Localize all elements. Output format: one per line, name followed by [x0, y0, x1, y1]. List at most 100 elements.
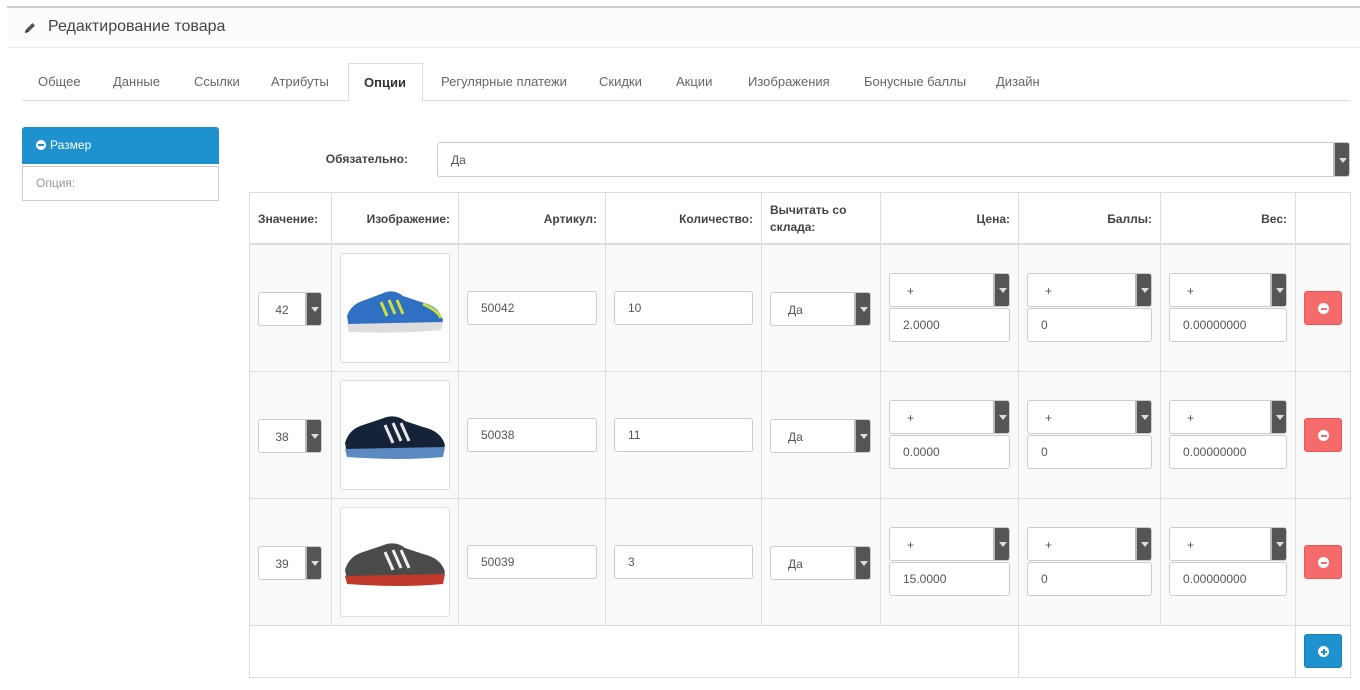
col-divider — [458, 193, 459, 625]
points-input[interactable]: 0 — [1027, 562, 1152, 596]
minus-circle-icon — [1318, 303, 1329, 314]
col-divider — [605, 193, 606, 625]
option-item-label: Размер — [50, 138, 92, 152]
tab-discounts[interactable]: Скидки — [583, 63, 658, 101]
required-label: Обязательно: — [325, 152, 408, 166]
tab-design[interactable]: Дизайн — [980, 63, 1056, 101]
tab-attributes[interactable]: Атрибуты — [255, 63, 345, 101]
tab-links[interactable]: Ссылки — [178, 63, 256, 101]
required-select[interactable]: Да — [437, 142, 1350, 177]
weight-prefix-value: + — [1187, 411, 1195, 425]
points-input[interactable]: 0 — [1027, 308, 1152, 342]
weight-prefix-select[interactable]: + — [1169, 527, 1287, 561]
remove-row-button[interactable] — [1304, 291, 1342, 325]
header-weight: Вес: — [1261, 212, 1287, 226]
value-select-value: 42 — [275, 303, 289, 317]
price-input[interactable]: 15.0000 — [889, 562, 1010, 596]
add-option-value-button[interactable] — [1304, 634, 1342, 668]
subtract-select-value: Да — [788, 303, 803, 317]
value-select-value: 38 — [275, 430, 289, 444]
minus-circle-icon — [1318, 557, 1329, 568]
points-prefix-select[interactable]: + — [1027, 400, 1152, 434]
value-select[interactable]: 39 — [258, 546, 322, 580]
tab-data[interactable]: Данные — [97, 63, 176, 101]
value-select[interactable]: 38 — [258, 419, 322, 453]
col-divider — [1018, 193, 1019, 678]
weight-prefix-select[interactable]: + — [1169, 400, 1287, 434]
plus-circle-icon — [1318, 646, 1329, 657]
weight-input[interactable]: 0.00000000 — [1169, 562, 1287, 596]
chevron-down-icon — [1135, 401, 1151, 433]
table-row-divider — [250, 625, 1350, 626]
minus-circle-icon — [1318, 430, 1329, 441]
sku-input[interactable]: 50042 — [467, 291, 597, 325]
col-divider — [1160, 193, 1161, 625]
value-select-value: 39 — [275, 557, 289, 571]
points-input[interactable]: 0 — [1027, 435, 1152, 469]
tab-general[interactable]: Общее — [22, 63, 97, 101]
col-divider — [880, 193, 881, 625]
minus-circle-icon[interactable] — [36, 140, 46, 150]
tab-recurring[interactable]: Регулярные платежи — [425, 63, 583, 101]
chevron-down-icon — [1270, 401, 1286, 433]
price-prefix-value: + — [907, 284, 915, 298]
price-prefix-select[interactable]: + — [889, 400, 1010, 434]
weight-input[interactable]: 0.00000000 — [1169, 308, 1287, 342]
option-image[interactable] — [340, 253, 450, 363]
subtract-select-value: Да — [788, 557, 803, 571]
points-prefix-value: + — [1045, 411, 1053, 425]
col-divider — [761, 193, 762, 625]
points-prefix-select[interactable]: + — [1027, 527, 1152, 561]
price-prefix-select[interactable]: + — [889, 273, 1010, 307]
quantity-input[interactable]: 10 — [614, 291, 753, 325]
chevron-down-icon — [854, 547, 870, 579]
required-select-value: Да — [451, 153, 466, 167]
quantity-input[interactable]: 3 — [614, 545, 753, 579]
sneaker-grey-red-image — [345, 543, 445, 586]
weight-prefix-value: + — [1187, 284, 1195, 298]
points-prefix-value: + — [1045, 538, 1053, 552]
sku-input[interactable]: 50039 — [467, 545, 597, 579]
chevron-down-icon — [1333, 143, 1349, 176]
chevron-down-icon — [854, 293, 870, 325]
option-image[interactable] — [340, 380, 450, 490]
chevron-down-icon — [305, 420, 321, 452]
table-header-divider — [250, 243, 1350, 245]
chevron-down-icon — [993, 274, 1009, 306]
sneaker-blue-image — [347, 291, 443, 333]
chevron-down-icon — [1135, 274, 1151, 306]
value-select[interactable]: 42 — [258, 292, 322, 326]
price-input[interactable]: 2.0000 — [889, 308, 1010, 342]
option-item-size[interactable]: Размер — [22, 127, 219, 164]
chevron-down-icon — [305, 293, 321, 325]
chevron-down-icon — [305, 547, 321, 579]
col-divider — [1295, 193, 1296, 678]
quantity-input[interactable]: 11 — [614, 418, 753, 452]
tab-reward-points[interactable]: Бонусные баллы — [848, 63, 982, 101]
option-image[interactable] — [340, 507, 450, 617]
page-title: Редактирование товара — [48, 18, 226, 35]
price-input[interactable]: 0.0000 — [889, 435, 1010, 469]
tab-images[interactable]: Изображения — [732, 63, 846, 101]
price-prefix-select[interactable]: + — [889, 527, 1010, 561]
table-row-divider — [250, 498, 1350, 499]
weight-prefix-value: + — [1187, 538, 1195, 552]
chevron-down-icon — [993, 528, 1009, 560]
subtract-select[interactable]: Да — [770, 546, 871, 580]
tab-options[interactable]: Опции — [348, 63, 423, 102]
remove-row-button[interactable] — [1304, 545, 1342, 579]
subtract-select[interactable]: Да — [770, 419, 871, 453]
points-prefix-select[interactable]: + — [1027, 273, 1152, 307]
chevron-down-icon — [854, 420, 870, 452]
chevron-down-icon — [993, 401, 1009, 433]
tab-specials[interactable]: Акции — [660, 63, 728, 101]
price-prefix-value: + — [907, 538, 915, 552]
header-subtract: Вычитать со склада: — [770, 203, 847, 234]
price-prefix-value: + — [907, 411, 915, 425]
option-autocomplete-input[interactable]: Опция: — [22, 166, 219, 201]
weight-input[interactable]: 0.00000000 — [1169, 435, 1287, 469]
sku-input[interactable]: 50038 — [467, 418, 597, 452]
remove-row-button[interactable] — [1304, 418, 1342, 452]
subtract-select[interactable]: Да — [770, 292, 871, 326]
weight-prefix-select[interactable]: + — [1169, 273, 1287, 307]
